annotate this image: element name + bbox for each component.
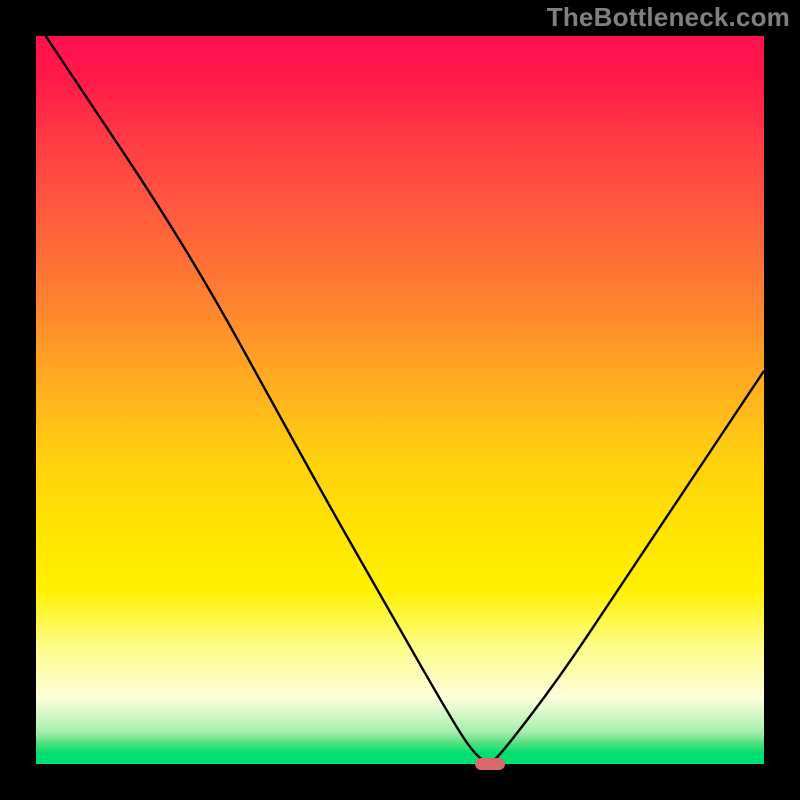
bottleneck-curve-svg: [36, 36, 764, 764]
watermark-text: TheBottleneck.com: [547, 2, 790, 33]
bottleneck-curve-path: [36, 21, 764, 761]
plot-area: [36, 36, 764, 764]
minimum-marker-pill: [475, 758, 505, 770]
chart-frame: TheBottleneck.com: [0, 0, 800, 800]
